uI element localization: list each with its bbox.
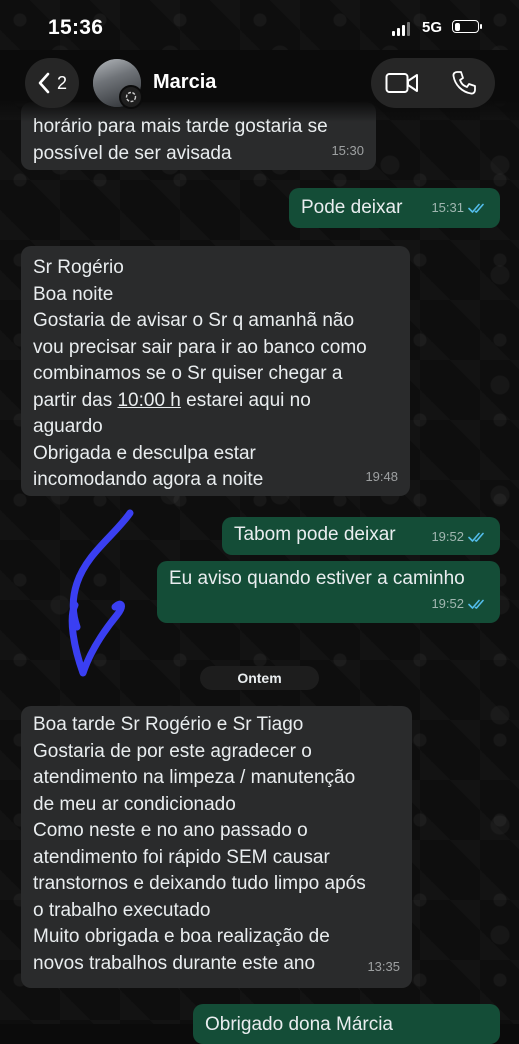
message-line: de meu ar condicionado: [33, 793, 236, 815]
message-line: combinamos se o Sr quiser chegar a: [33, 363, 343, 384]
message-line: Boa tarde Sr Rogério e Sr Tiago: [33, 714, 304, 735]
read-ticks-icon: [468, 203, 484, 213]
message-line: vou precisar sair para ir ao banco como: [33, 336, 367, 358]
message-time: 15:30: [331, 142, 364, 158]
message-line: Sr Rogério: [33, 257, 124, 278]
message-line: aguardo: [33, 416, 103, 437]
status-bar: 15:36 5G: [0, 0, 519, 58]
voice-call-button[interactable]: [433, 58, 495, 108]
message-line: Boa noite: [33, 283, 114, 305]
message-line: Gostaria de avisar o Sr q amanhã não: [33, 310, 355, 331]
hand-drawn-arrow-annotation: [68, 509, 134, 677]
video-call-icon: [385, 73, 418, 93]
message-line: possível de ser avisada: [33, 142, 232, 164]
contact-name[interactable]: Marcia: [153, 71, 216, 94]
message-bubble-outgoing[interactable]: Tabom pode deixar 19:52: [222, 517, 500, 555]
message-line: transtornos e deixando tudo limpo após: [33, 873, 366, 894]
message-text: estarei aqui no: [180, 389, 311, 411]
message-time: 19:52: [431, 595, 464, 611]
message-line: atendimento foi rápido SEM causar: [33, 846, 330, 868]
message-line: atendimento na limpeza / manutenção: [33, 767, 356, 788]
message-bubble-outgoing[interactable]: Pode deixar 15:31: [289, 188, 500, 228]
back-button[interactable]: 2: [25, 58, 79, 108]
status-time: 15:36: [48, 16, 104, 39]
message-bubble-incoming[interactable]: Boa tarde Sr Rogério e Sr Tiago Gostaria…: [21, 706, 412, 988]
read-ticks-icon: [468, 599, 484, 609]
message-line: Gostaria de por este agradecer o: [33, 740, 312, 762]
call-actions: [371, 58, 495, 108]
message-line: Obrigada e desculpa estar: [33, 442, 256, 464]
unread-count: 2: [56, 72, 67, 93]
phone-icon: [452, 71, 476, 95]
message-line: Muito obrigada e boa realização de: [33, 926, 330, 947]
message-line: incomodando agora a noite: [33, 469, 264, 490]
message-time: 19:52: [431, 528, 464, 544]
chat-header: 2 Marcia: [0, 50, 519, 122]
message-line: Obrigado dona Márcia: [205, 1014, 393, 1035]
message-bubble-outgoing[interactable]: Eu aviso quando estiver a caminho 19:52: [157, 561, 500, 623]
date-separator: Ontem: [200, 666, 319, 690]
message-line: Como neste e no ano passado o: [33, 820, 308, 841]
battery-icon: [452, 20, 482, 33]
message-time: 19:48: [365, 468, 398, 484]
message-bubble-incoming[interactable]: Sr Rogério Boa noite Gostaria de avisar …: [21, 246, 410, 496]
message-text: partir das: [33, 389, 118, 411]
message-time: 13:35: [367, 958, 400, 974]
message-line-with-link: partir das 10:00 h estarei aqui no: [33, 388, 398, 415]
video-call-button[interactable]: [371, 58, 433, 108]
network-label: 5G: [422, 19, 443, 36]
read-ticks-icon: [468, 532, 484, 542]
chevron-left-icon: [38, 72, 50, 94]
avatar[interactable]: [93, 59, 143, 109]
message-line: Eu aviso quando estiver a caminho: [169, 568, 465, 589]
time-link[interactable]: 10:00 h: [117, 390, 180, 411]
message-line: novos trabalhos durante este ano: [33, 952, 316, 974]
status-ring-icon: [119, 85, 143, 109]
message-time: 15:31: [431, 199, 464, 215]
message-bubble-outgoing[interactable]: Obrigado dona Márcia: [193, 1004, 500, 1044]
message-line: o trabalho executado: [33, 899, 211, 921]
signal-icon: [392, 22, 410, 36]
